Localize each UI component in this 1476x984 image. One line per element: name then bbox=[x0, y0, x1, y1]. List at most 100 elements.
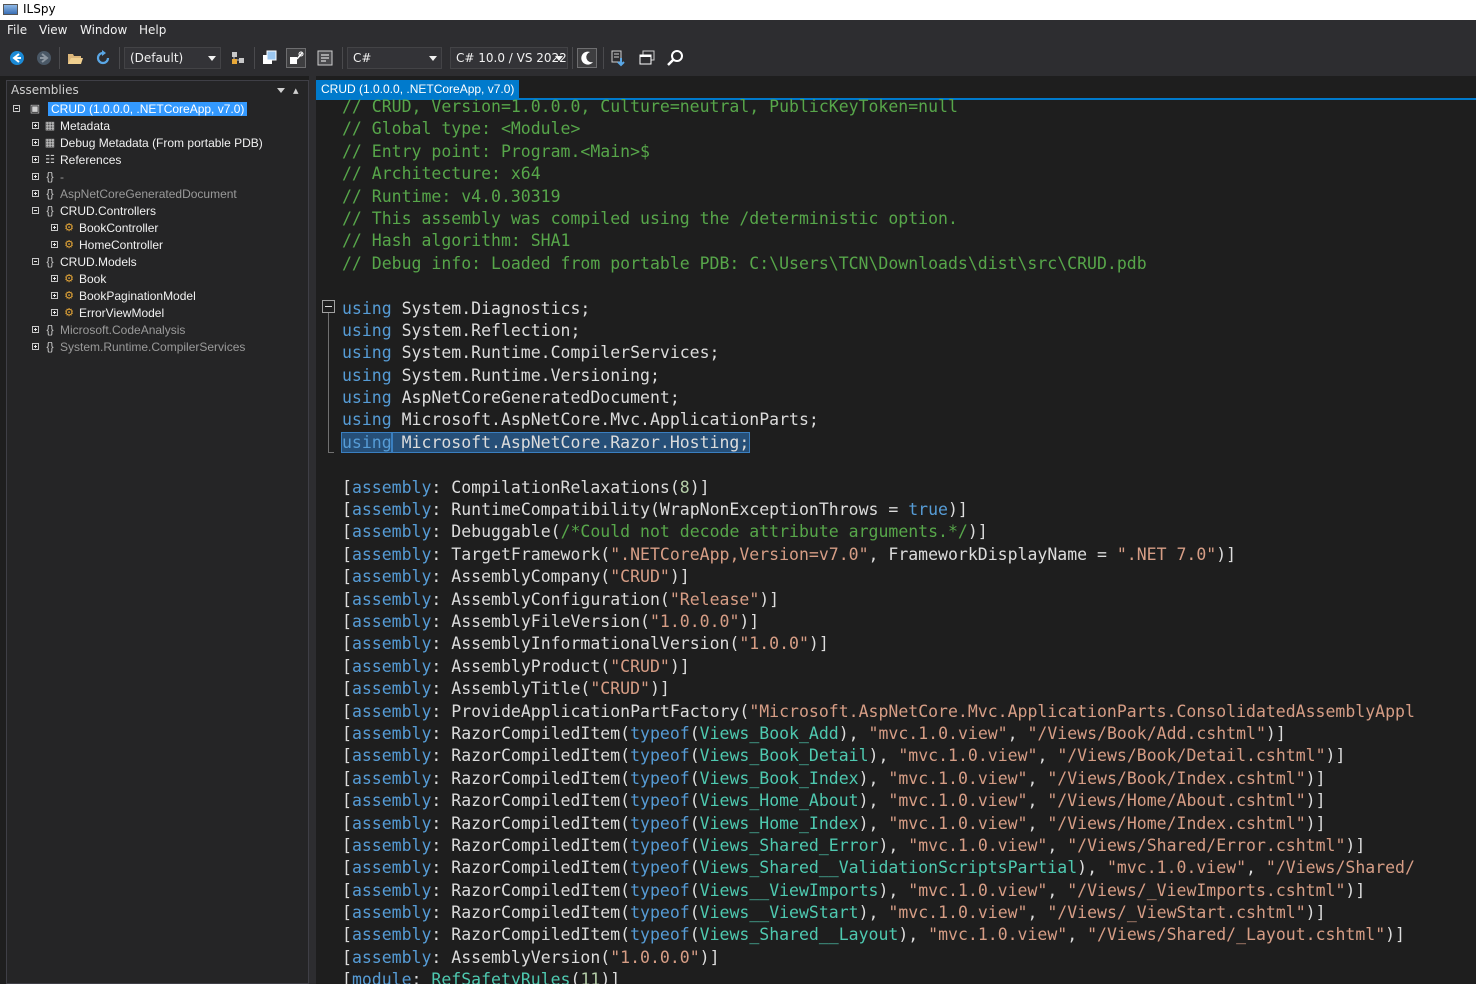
show-api-icon[interactable] bbox=[259, 48, 279, 68]
code-line: using System.Runtime.Versioning; bbox=[342, 365, 660, 385]
tree-item[interactable]: ⚙ BookPaginationModel bbox=[7, 288, 307, 305]
show-private-icon[interactable] bbox=[315, 48, 335, 68]
code-line: using System.Reflection; bbox=[342, 320, 581, 340]
reload-icon[interactable] bbox=[93, 48, 113, 68]
code-line: [assembly: RazorCompiledItem(typeof(View… bbox=[342, 723, 1286, 743]
search-icon[interactable] bbox=[665, 48, 685, 68]
code-line: using Microsoft.AspNetCore.Razor.Hosting… bbox=[341, 431, 751, 453]
namespace-icon: {} bbox=[46, 256, 54, 268]
code-line: [assembly: RazorCompiledItem(typeof(View… bbox=[342, 903, 1326, 923]
expand-icon[interactable] bbox=[51, 224, 58, 231]
fold-collapse-icon[interactable] bbox=[322, 300, 335, 313]
code-line: [assembly: RazorCompiledItem(typeof(View… bbox=[342, 858, 1415, 878]
code-line: using Microsoft.AspNetCore.Mvc.Applicati… bbox=[342, 410, 819, 430]
code-line: [assembly: Debuggable(/*Could not decode… bbox=[342, 522, 988, 542]
class-icon: ⚙ bbox=[64, 290, 74, 302]
menu-file[interactable]: File bbox=[7, 23, 27, 37]
pin-icon[interactable]: ▴ bbox=[293, 84, 299, 97]
expand-icon[interactable] bbox=[32, 139, 39, 146]
chevron-down-icon[interactable] bbox=[277, 88, 285, 93]
namespace-icon: {} bbox=[46, 188, 54, 200]
tree-item-label: Metadata bbox=[60, 119, 111, 133]
collapse-icon[interactable] bbox=[32, 258, 39, 265]
tree-item-label: Debug Metadata (From portable PDB) bbox=[60, 136, 263, 150]
toolbar: (Default) C# C# 10.0 / VS 2022 bbox=[0, 40, 1476, 76]
namespace-icon: {} bbox=[46, 324, 54, 336]
assemblies-panel: Assemblies ▴ ▣ CRUD (1.0.0.0, .NETCoreApp… bbox=[6, 80, 309, 984]
language-select[interactable]: C# bbox=[347, 47, 442, 69]
tree-item[interactable]: {} Microsoft.CodeAnalysis bbox=[7, 322, 307, 339]
tree-item[interactable]: {} AspNetCoreGeneratedDocument bbox=[7, 186, 307, 203]
expand-icon[interactable] bbox=[32, 122, 39, 129]
code-editor[interactable]: // CRUD, Version=1.0.0.0, Culture=neutra… bbox=[341, 96, 1415, 984]
show-all-icon[interactable] bbox=[286, 48, 306, 68]
expand-icon[interactable] bbox=[32, 190, 39, 197]
decompile-icon[interactable] bbox=[609, 48, 629, 68]
namespace-icon: {} bbox=[46, 205, 54, 217]
tree-item[interactable]: {} CRUD.Models bbox=[7, 254, 307, 271]
class-icon: ⚙ bbox=[64, 239, 74, 251]
tree-item[interactable]: {} CRUD.Controllers bbox=[7, 203, 307, 220]
tree-item[interactable]: {} System.Runtime.CompilerServices bbox=[7, 339, 307, 356]
collapse-icon[interactable] bbox=[13, 105, 20, 112]
code-line: [assembly: RazorCompiledItem(typeof(View… bbox=[342, 768, 1326, 788]
expand-icon[interactable] bbox=[51, 292, 58, 299]
menu-bar: File View Window Help bbox=[0, 20, 1476, 40]
tree-item[interactable]: ⚙ ErrorViewModel bbox=[7, 305, 307, 322]
expand-icon[interactable] bbox=[51, 275, 58, 282]
theme-icon[interactable] bbox=[577, 48, 597, 68]
chevron-down-icon bbox=[429, 56, 437, 61]
decompiled-code-view[interactable]: CRUD (1.0.0.0, .NETCoreApp, v7.0) // CRU… bbox=[316, 80, 1476, 984]
expand-icon[interactable] bbox=[51, 309, 58, 316]
open-icon[interactable] bbox=[65, 48, 85, 68]
expand-icon[interactable] bbox=[32, 343, 39, 350]
table-icon: ▦ bbox=[44, 120, 56, 132]
code-line: [assembly: AssemblyVersion("1.0.0.0")] bbox=[342, 947, 720, 967]
panel-splitter[interactable] bbox=[309, 76, 316, 984]
tree-item[interactable]: ▣ CRUD (1.0.0.0, .NETCoreApp, v7.0) bbox=[7, 101, 307, 118]
collapse-icon[interactable] bbox=[32, 207, 39, 214]
back-icon[interactable] bbox=[7, 48, 27, 68]
forward-icon[interactable] bbox=[34, 48, 54, 68]
language-version-select[interactable]: C# 10.0 / VS 2022 bbox=[450, 47, 568, 69]
code-line: // Architecture: x64 bbox=[342, 164, 541, 184]
tree-item-label: ErrorViewModel bbox=[79, 306, 165, 320]
tree-item-label: Microsoft.CodeAnalysis bbox=[60, 323, 186, 337]
code-line: [assembly: AssemblyCompany("CRUD")] bbox=[342, 567, 690, 587]
window-icon[interactable] bbox=[637, 48, 657, 68]
code-line: // Hash algorithm: SHA1 bbox=[342, 231, 571, 251]
namespace-icon: {} bbox=[46, 171, 54, 183]
menu-help[interactable]: Help bbox=[139, 23, 166, 37]
menu-window[interactable]: Window bbox=[80, 23, 127, 37]
namespace-icon: {} bbox=[46, 341, 54, 353]
expand-icon[interactable] bbox=[32, 173, 39, 180]
code-line: [assembly: AssemblyTitle("CRUD")] bbox=[342, 679, 670, 699]
code-line: [assembly: RazorCompiledItem(typeof(View… bbox=[342, 791, 1326, 811]
assembly-list-select[interactable]: (Default) bbox=[124, 47, 221, 69]
table-icon: ▦ bbox=[44, 137, 56, 149]
expand-icon[interactable] bbox=[51, 241, 58, 248]
menu-view[interactable]: View bbox=[39, 23, 67, 37]
code-line: [assembly: AssemblyConfiguration("Releas… bbox=[342, 589, 780, 609]
tree-item[interactable]: ▦ Metadata bbox=[7, 118, 307, 135]
window-title: ILSpy bbox=[23, 2, 56, 16]
class-icon: ⚙ bbox=[64, 307, 74, 319]
tree-item[interactable]: ⚙ BookController bbox=[7, 220, 307, 237]
code-line: using System.Runtime.CompilerServices; bbox=[342, 343, 720, 363]
tree-item[interactable]: {} - bbox=[7, 169, 307, 186]
class-icon: ⚙ bbox=[64, 273, 74, 285]
tree-item[interactable]: ▦ Debug Metadata (From portable PDB) bbox=[7, 135, 307, 152]
tree-item[interactable]: ⚙ HomeController bbox=[7, 237, 307, 254]
app-icon bbox=[3, 4, 18, 15]
code-line: // Debug info: Loaded from portable PDB:… bbox=[342, 253, 1147, 273]
code-line: using System.Diagnostics; bbox=[342, 298, 591, 318]
code-line: // Runtime: v4.0.30319 bbox=[342, 186, 561, 206]
tree-item[interactable]: ⚙ Book bbox=[7, 271, 307, 288]
tree-item[interactable]: ☷ References bbox=[7, 152, 307, 169]
expand-icon[interactable] bbox=[32, 156, 39, 163]
manage-lists-icon[interactable] bbox=[228, 48, 248, 68]
tree-item-label: CRUD.Controllers bbox=[60, 204, 157, 218]
expand-icon[interactable] bbox=[32, 326, 39, 333]
